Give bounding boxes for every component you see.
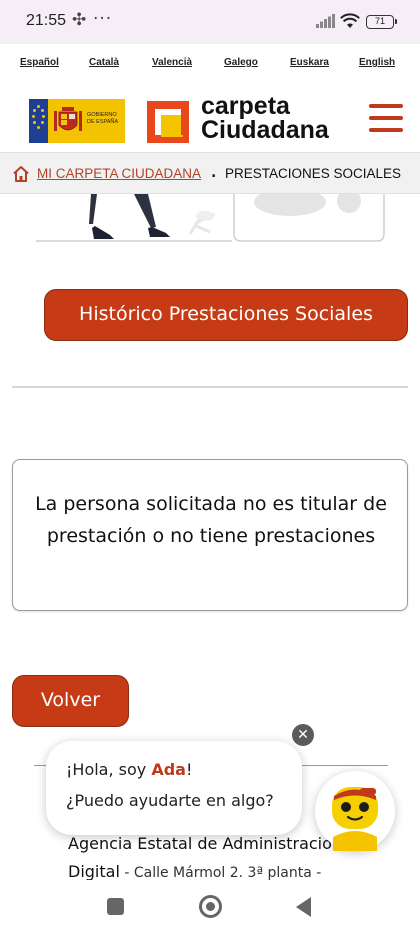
gobierno-de-espana-logo[interactable]: GOBIERNO DE ESPAÑA [29, 99, 125, 143]
illustration-image [36, 194, 385, 242]
chat-assistant-name: Ada [151, 760, 186, 779]
recent-apps-button[interactable] [107, 898, 124, 915]
signal-icon [316, 14, 335, 28]
chat-greeting-suffix: ! [185, 760, 193, 779]
chat-greeting-prefix: ¡Hola, soy [66, 760, 152, 779]
status-bar: 21:55 ✣ ··· 71 [0, 0, 420, 44]
battery-icon: 71 [366, 15, 397, 29]
brand-line-1: carpeta [201, 92, 290, 120]
breadcrumb-current: PRESTACIONES SOCIALES [225, 166, 402, 181]
gov-logo-text: GOBIERNO DE ESPAÑA [87, 112, 119, 125]
system-nav-bar [0, 880, 420, 933]
chat-close-icon[interactable]: ✕ [292, 724, 314, 746]
status-time: 21:55 [26, 12, 67, 29]
home-button[interactable] [199, 895, 222, 918]
pinwheel-icon: ✣ [72, 10, 87, 30]
info-message-text: La persona solicitada no es titular de p… [35, 493, 387, 547]
footer-address-line: Digital - Calle Mármol 2. 3ª planta - [68, 862, 321, 881]
chat-greeting: ¡Hola, soy Ada! [66, 760, 192, 779]
lang-link-en[interactable]: English [359, 57, 395, 68]
lang-link-eu[interactable]: Euskara [290, 57, 329, 68]
breadcrumb-separator: . [211, 165, 217, 181]
lang-link-ca[interactable]: Català [89, 57, 119, 68]
home-icon[interactable] [12, 165, 30, 183]
lang-link-es[interactable]: Español [20, 57, 59, 68]
back-nav-button[interactable] [296, 897, 311, 917]
info-message-box: La persona solicitada no es titular de p… [12, 459, 408, 611]
site-header: GOBIERNO DE ESPAÑA carpeta Ciudadana [0, 82, 420, 152]
more-notifications-icon: ··· [93, 9, 113, 29]
footer-address: - Calle Mármol 2. 3ª planta - [119, 865, 322, 881]
ada-assistant-avatar[interactable] [315, 771, 395, 851]
language-bar: Español Català Valencià Galego Euskara E… [0, 44, 420, 82]
coat-of-arms-icon [54, 107, 82, 131]
robot-assistant-icon [332, 787, 378, 851]
back-button[interactable]: Volver [12, 675, 129, 727]
breadcrumb-home-link[interactable]: MI CARPETA CIUDADANA [37, 166, 201, 181]
chat-question: ¿Puedo ayudarte en algo? [66, 791, 274, 810]
lang-link-gl[interactable]: Galego [224, 57, 258, 68]
footer-agency-name-end: Digital [68, 862, 120, 881]
breadcrumb: MI CARPETA CIUDADANA . PRESTACIONES SOCI… [0, 152, 420, 194]
historic-benefits-button[interactable]: Histórico Prestaciones Sociales [44, 289, 408, 341]
footer-agency-name: Agencia Estatal de Administración [68, 834, 343, 853]
wifi-icon [340, 13, 360, 28]
lang-link-va[interactable]: Valencià [152, 57, 192, 68]
brand-line-2: Ciudadana [201, 116, 329, 144]
hamburger-menu-button[interactable] [369, 104, 403, 134]
carpeta-ciudadana-logo-icon[interactable] [147, 101, 189, 143]
chat-greeting-bubble[interactable]: ¡Hola, soy Ada! ¿Puedo ayudarte en algo? [46, 741, 302, 835]
eu-flag-icon [29, 99, 48, 143]
section-divider [12, 386, 408, 388]
carpeta-ciudadana-logo-text[interactable]: carpeta Ciudadana [201, 92, 329, 144]
